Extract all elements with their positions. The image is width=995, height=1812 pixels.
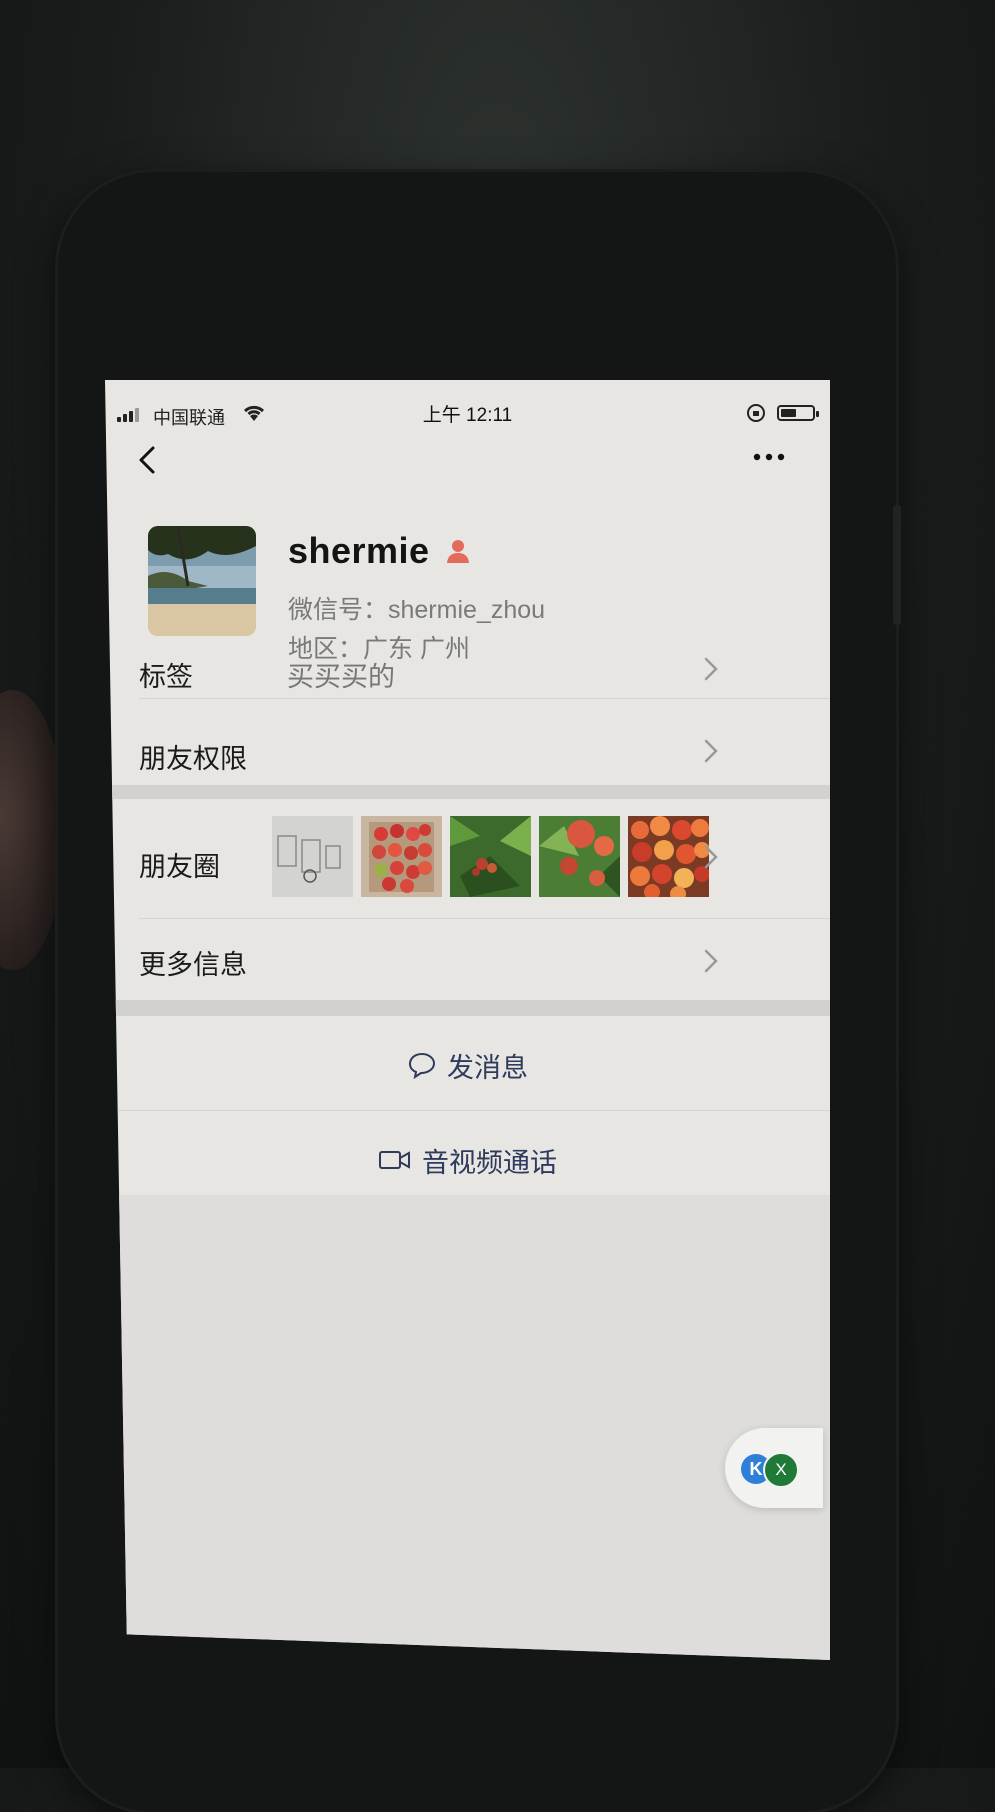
status-time: 上午 12:11	[422, 405, 513, 426]
finger-shadow	[0, 690, 65, 970]
moments-thumbnail	[361, 816, 442, 897]
nav-bar	[105, 430, 830, 500]
section-gap	[105, 1000, 830, 1016]
status-bar: 中国联通 上午 12:11	[105, 380, 830, 430]
phone-screen: 中国联通 上午 12:11 shermie 微信号：shermie_zhou 地…	[105, 380, 830, 1660]
av-call-label: 音视频通话	[422, 1147, 557, 1178]
phone-side-button	[893, 505, 901, 625]
floating-widget[interactable]: K X	[725, 1428, 823, 1508]
more-info-label: 更多信息	[139, 950, 247, 980]
send-message-button[interactable]: 发消息	[105, 1040, 830, 1090]
chevron-right-icon	[704, 739, 718, 763]
back-button[interactable]	[127, 438, 167, 482]
close-widget-button[interactable]: X	[763, 1452, 799, 1488]
person-female-icon	[446, 540, 469, 563]
row-divider	[139, 698, 830, 699]
moments-thumbnail	[628, 816, 709, 897]
av-call-button[interactable]: 音视频通话	[105, 1135, 830, 1185]
profile-name: shermie	[288, 530, 430, 571]
moments-thumbnail	[272, 816, 353, 897]
send-message-label: 发消息	[447, 1052, 528, 1083]
moments-thumbnails	[272, 816, 709, 897]
battery-icon	[777, 405, 819, 421]
chevron-right-icon	[704, 949, 718, 973]
section-gap	[105, 785, 830, 799]
moments-label: 朋友圈	[139, 852, 220, 882]
chevron-right-icon	[704, 845, 718, 869]
more-button[interactable]	[745, 442, 793, 472]
tags-value: 买买买的	[287, 662, 395, 692]
row-divider	[139, 918, 830, 919]
chat-bubble-icon	[408, 1052, 436, 1079]
video-camera-icon	[379, 1151, 410, 1169]
tags-label: 标签	[139, 662, 193, 692]
permissions-label: 朋友权限	[139, 744, 247, 774]
more-dots-icon	[753, 453, 785, 461]
chevron-left-icon	[139, 446, 155, 474]
row-divider	[105, 1110, 830, 1111]
empty-area	[105, 1195, 830, 1660]
chevron-right-icon	[704, 657, 718, 681]
moments-thumbnail	[450, 816, 531, 897]
moments-row[interactable]: 朋友圈	[105, 816, 830, 920]
moments-thumbnail	[539, 816, 620, 897]
permissions-row[interactable]: 朋友权限	[105, 700, 830, 785]
more-info-row[interactable]: 更多信息	[105, 920, 830, 1000]
rotation-lock-icon	[745, 402, 767, 429]
profile-name-row: shermie	[288, 530, 472, 572]
